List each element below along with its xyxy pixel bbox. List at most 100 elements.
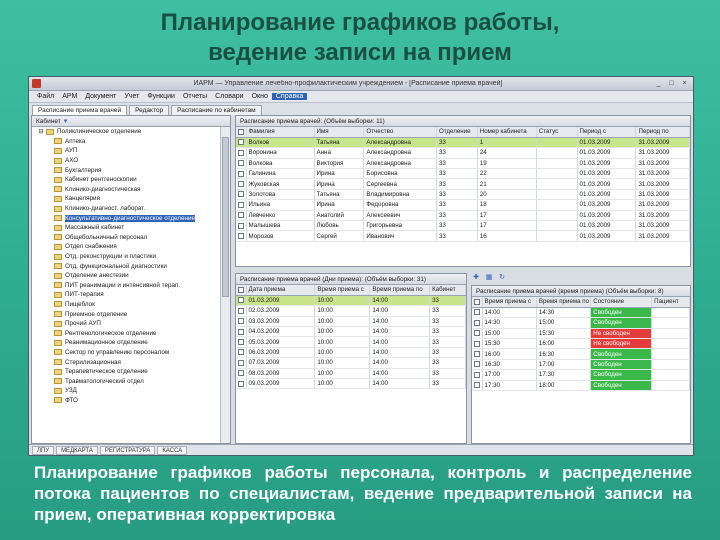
tree-item[interactable]: Рентгенологическое отделение (32, 328, 220, 338)
row-checkbox[interactable] (236, 368, 247, 380)
row-checkbox[interactable] (236, 158, 247, 170)
table-row[interactable]: 07.03.2009 10:00 14:00 33 (236, 357, 466, 369)
table-row[interactable]: 15:30 16:00 Не свободен (472, 338, 690, 350)
status-bar-item[interactable]: КАССА (157, 445, 188, 455)
tree-item[interactable]: ПИТ реанимации и интенсивной терап. (32, 281, 220, 291)
column-header[interactable]: Период с (577, 127, 637, 138)
status-bar-item[interactable]: РЕГИСТРАТУРА (99, 445, 156, 455)
tree-item[interactable]: ПИТ-терапия (32, 290, 220, 300)
table-row[interactable]: 08.03.2009 10:00 14:00 33 (236, 368, 466, 380)
menu-item[interactable]: Учет (120, 93, 143, 100)
row-checkbox[interactable] (236, 189, 247, 201)
tree-item[interactable]: АУП (32, 146, 220, 156)
row-checkbox[interactable] (236, 326, 247, 338)
table-row[interactable]: Золотова Татьяна Владимировна 33 20 01.03.200… (236, 189, 690, 201)
status-bar-item[interactable]: ЛПУ (32, 445, 55, 455)
tree-item[interactable]: Общебольничный персонал (32, 233, 220, 243)
table-row[interactable]: 06.03.2009 10:00 14:00 33 (236, 347, 466, 359)
column-header[interactable]: Время приема с (482, 297, 537, 308)
row-checkbox[interactable] (472, 307, 483, 319)
tree-item[interactable]: Клинико-диагност. лаборат. (32, 204, 220, 214)
menu-item[interactable]: АРМ (58, 93, 81, 100)
tree-item[interactable]: Сектор по управлению персоналом (32, 348, 220, 358)
select-all-checkbox[interactable] (472, 297, 483, 308)
table-row[interactable]: 16:00 16:30 Свободен (472, 348, 690, 360)
column-header[interactable]: Фамилия (246, 127, 315, 138)
tree-item[interactable]: Отд. функциональной диагностики (32, 261, 220, 271)
row-checkbox[interactable] (236, 220, 247, 232)
row-checkbox[interactable] (236, 147, 247, 159)
column-header[interactable]: Дата приема (246, 285, 316, 296)
column-header[interactable]: Статус (536, 127, 578, 138)
tree-item[interactable]: УЗД (32, 386, 220, 396)
collapse-icon[interactable]: ⊟ (38, 128, 44, 135)
tree-item[interactable]: Клинико-диагностическая (32, 185, 220, 195)
tree-item[interactable]: Отделение анестезии (32, 271, 220, 281)
row-checkbox[interactable] (236, 295, 247, 307)
menu-item[interactable]: Словари (211, 93, 247, 100)
tab-room-schedule[interactable]: Расписание по кабинетам (171, 105, 262, 115)
row-checkbox[interactable] (236, 378, 247, 390)
tree-item[interactable]: Кабинет рентгеноскопии (32, 175, 220, 185)
table-row[interactable]: Волкова Виктория Александровна 33 19 01.03.20… (236, 158, 690, 170)
column-header[interactable]: Время приема по (536, 297, 592, 308)
table-row[interactable]: 14:30 15:00 Свободен (472, 317, 690, 329)
row-checkbox[interactable] (472, 359, 483, 371)
table-row[interactable]: Воронина Анна Александровна 33 24 01.03.2009 3… (236, 147, 690, 159)
table-row[interactable]: Малышева Любовь Григорьевна 33 17 01.03.2009 3… (236, 220, 690, 232)
table-row[interactable]: Морозов Сергей Иванович 33 16 01.03.2009 31.03… (236, 230, 690, 242)
status-bar-item[interactable]: МЕДКАРТА (56, 445, 98, 455)
row-checkbox[interactable] (236, 137, 247, 149)
grid-view-icon[interactable]: ▦ (484, 273, 494, 282)
tree-item[interactable]: Канцелярия (32, 194, 220, 204)
tree-item[interactable]: Травматологический отдел (32, 376, 220, 386)
menu-item[interactable]: Отчеты (179, 93, 211, 100)
menu-item[interactable]: Окно (248, 93, 272, 100)
column-header[interactable]: Отчество (363, 127, 437, 138)
tree-item[interactable]: Массажный кабинет (32, 223, 220, 233)
menu-item[interactable]: Файл (33, 93, 58, 100)
close-button[interactable]: × (679, 79, 690, 89)
table-row[interactable]: 05.03.2009 10:00 14:00 33 (236, 336, 466, 348)
tree-item[interactable]: Бухгалтерия (32, 165, 220, 175)
row-checkbox[interactable] (472, 369, 483, 381)
add-day-icon[interactable]: ✚ (471, 273, 481, 282)
maximize-button[interactable]: □ (666, 79, 677, 89)
table-row[interactable]: 03.03.2009 10:00 14:00 33 (236, 316, 466, 328)
table-row[interactable]: 04.03.2009 10:00 14:00 33 (236, 326, 466, 338)
select-all-checkbox[interactable] (236, 285, 247, 296)
tree-scrollbar[interactable] (220, 127, 230, 443)
tree-item[interactable]: ФТО (32, 396, 220, 406)
row-checkbox[interactable] (236, 347, 247, 359)
table-row[interactable]: 14:00 14:30 Свободен (472, 307, 690, 319)
row-checkbox[interactable] (472, 380, 483, 392)
row-checkbox[interactable] (472, 338, 483, 350)
tree-item[interactable]: Пищеблок (32, 300, 220, 310)
column-header[interactable]: Пациент (651, 297, 690, 308)
row-checkbox[interactable] (236, 199, 247, 211)
column-header[interactable]: Состояние (590, 297, 653, 308)
select-all-checkbox[interactable] (236, 127, 247, 138)
tree-item[interactable]: Отдел снабжения (32, 242, 220, 252)
tab-doctor-schedule[interactable]: Расписание приема врачей (32, 105, 128, 115)
minimize-button[interactable]: _ (653, 79, 664, 89)
row-checkbox[interactable] (236, 336, 247, 348)
column-header[interactable]: Имя (314, 127, 365, 138)
row-checkbox[interactable] (472, 328, 483, 340)
tree-item[interactable]: Аптека (32, 137, 220, 147)
table-row[interactable]: 02.03.2009 10:00 14:00 33 (236, 305, 466, 317)
filter-icon[interactable]: ▾ (64, 117, 68, 125)
tree-item[interactable]: Консультативно-диагностическое отделение (32, 213, 220, 223)
row-checkbox[interactable] (472, 317, 483, 329)
table-row[interactable]: 01.03.2009 10:00 14:00 33 (236, 295, 466, 307)
tree-item[interactable]: Реанимационное отделение (32, 338, 220, 348)
column-header[interactable]: Время приема с (314, 285, 371, 296)
tree-scrollbar-thumb[interactable] (222, 137, 229, 297)
column-header[interactable]: Период по (635, 127, 690, 138)
table-row[interactable]: Левченко Анатолий Алексеевич 33 17 01.03.2009… (236, 210, 690, 222)
column-header[interactable]: Кабинет (429, 285, 466, 296)
tree-item[interactable]: Отд. реконструкции и пластики (32, 252, 220, 262)
table-row[interactable]: Галинина Ирина Борисовна 33 22 01.03.2009 31.0… (236, 168, 690, 180)
row-checkbox[interactable] (472, 348, 483, 360)
row-checkbox[interactable] (236, 316, 247, 328)
